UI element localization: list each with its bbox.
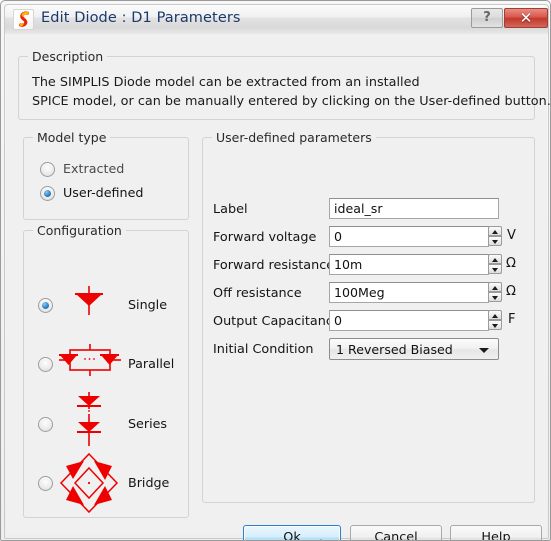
output-capacitance-label: Output Capacitance bbox=[213, 314, 341, 329]
single-diode-symbol-icon bbox=[66, 286, 112, 320]
app-icon bbox=[13, 9, 34, 30]
radio-config-series-label[interactable]: Series bbox=[128, 416, 167, 431]
series-diode-symbol-icon bbox=[66, 392, 112, 450]
description-legend: Description bbox=[28, 49, 108, 64]
off-resistance-stepper[interactable] bbox=[488, 282, 502, 303]
description-line-2: SPICE model, or can be manually entered … bbox=[32, 94, 551, 109]
window-title: Edit Diode : D1 Parameters bbox=[41, 10, 241, 26]
forward-voltage-unit: V bbox=[507, 228, 516, 243]
stepper-up-icon[interactable] bbox=[488, 310, 502, 320]
description-line-1: The SIMPLIS Diode model can be extracted… bbox=[32, 75, 420, 90]
forward-voltage-input[interactable]: 0 bbox=[329, 226, 489, 247]
output-capacitance-unit: F bbox=[508, 312, 516, 327]
output-capacitance-stepper[interactable] bbox=[488, 310, 502, 331]
forward-voltage-label: Forward voltage bbox=[213, 230, 317, 245]
label-input[interactable]: ideal_sr bbox=[329, 198, 499, 219]
radio-config-bridge[interactable] bbox=[38, 476, 53, 491]
off-resistance-input[interactable]: 100Meg bbox=[329, 282, 489, 303]
forward-resistance-input[interactable]: 10m bbox=[329, 254, 489, 275]
titlebar-close-button[interactable]: ✕ bbox=[504, 8, 548, 28]
model-type-group: Model type bbox=[23, 130, 189, 220]
initial-condition-select[interactable]: 1 Reversed Biased bbox=[329, 338, 499, 360]
description-group: Description The SIMPLIS Diode model can … bbox=[18, 49, 550, 120]
radio-config-single-label[interactable]: Single bbox=[128, 297, 167, 312]
forward-resistance-label: Forward resistance bbox=[213, 258, 335, 273]
help-button[interactable]: Help bbox=[450, 525, 542, 540]
question-mark-icon: ? bbox=[483, 10, 491, 25]
radio-model-extracted-label[interactable]: Extracted bbox=[63, 161, 124, 176]
stepper-up-icon[interactable] bbox=[488, 226, 502, 236]
off-resistance-unit: Ω bbox=[506, 284, 516, 299]
close-icon: ✕ bbox=[519, 9, 533, 27]
forward-voltage-stepper[interactable] bbox=[488, 226, 502, 247]
off-resistance-label: Off resistance bbox=[213, 286, 302, 301]
initial-condition-label: Initial Condition bbox=[213, 342, 314, 357]
dialog-window: Edit Diode : D1 Parameters ? ✕ Descripti… bbox=[0, 0, 551, 541]
stepper-down-icon[interactable] bbox=[488, 320, 502, 330]
bridge-diode-symbol-icon bbox=[58, 452, 120, 518]
forward-resistance-stepper[interactable] bbox=[488, 254, 502, 275]
label-field-label: Label bbox=[213, 202, 248, 217]
stepper-down-icon[interactable] bbox=[488, 236, 502, 246]
titlebar-help-button[interactable]: ? bbox=[471, 8, 503, 28]
initial-condition-value: 1 Reversed Biased bbox=[336, 342, 453, 357]
title-bar[interactable]: Edit Diode : D1 Parameters ? ✕ bbox=[5, 5, 548, 34]
chevron-down-icon[interactable] bbox=[479, 348, 489, 353]
radio-config-bridge-label[interactable]: Bridge bbox=[128, 475, 169, 490]
stepper-down-icon[interactable] bbox=[488, 292, 502, 302]
parameters-legend: User-defined parameters bbox=[212, 130, 376, 145]
stepper-down-icon[interactable] bbox=[488, 264, 502, 274]
radio-model-extracted[interactable] bbox=[40, 162, 55, 177]
radio-model-user-defined-label[interactable]: User-defined bbox=[63, 185, 143, 200]
parallel-diode-symbol-icon bbox=[59, 344, 121, 380]
model-type-legend: Model type bbox=[33, 130, 111, 145]
configuration-legend: Configuration bbox=[33, 223, 126, 238]
stepper-up-icon[interactable] bbox=[488, 282, 502, 292]
dialog-client-area: Description The SIMPLIS Diode model can … bbox=[6, 34, 550, 540]
radio-config-parallel-label[interactable]: Parallel bbox=[128, 356, 174, 371]
radio-config-series[interactable] bbox=[38, 417, 53, 432]
stepper-up-icon[interactable] bbox=[488, 254, 502, 264]
output-capacitance-input[interactable]: 0 bbox=[329, 310, 489, 331]
cancel-button[interactable]: Cancel bbox=[350, 525, 442, 540]
ok-button[interactable]: Ok bbox=[243, 525, 341, 540]
radio-config-parallel[interactable] bbox=[38, 357, 53, 372]
radio-model-user-defined[interactable] bbox=[40, 186, 55, 201]
radio-config-single[interactable] bbox=[38, 298, 53, 313]
forward-resistance-unit: Ω bbox=[506, 256, 516, 271]
